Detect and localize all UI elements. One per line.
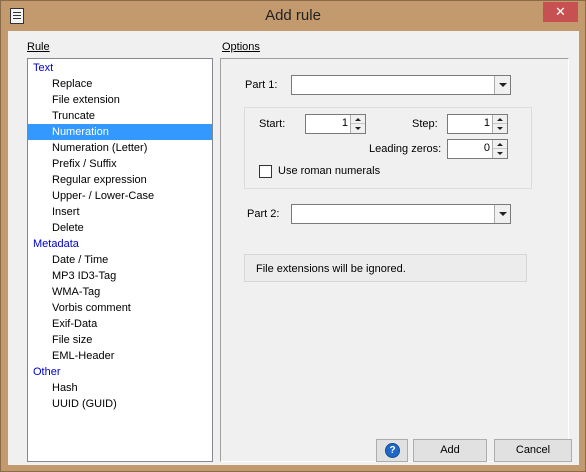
rule-list[interactable]: Text Replace File extension Truncate Numerat… bbox=[27, 58, 213, 462]
spin-up-icon[interactable] bbox=[351, 115, 365, 124]
title-bar[interactable]: Add rule ✕ bbox=[1, 1, 585, 31]
start-spin-buttons bbox=[350, 115, 365, 133]
rule-list-item[interactable]: WMA-Tag bbox=[28, 284, 212, 300]
spin-down-icon[interactable] bbox=[493, 124, 507, 133]
rule-list-item[interactable]: Numeration (Letter) bbox=[28, 140, 212, 156]
rule-list-item[interactable]: Upper- / Lower-Case bbox=[28, 188, 212, 204]
part1-combobox[interactable] bbox=[291, 75, 511, 95]
rule-list-item[interactable]: Regular expression bbox=[28, 172, 212, 188]
rule-list-item[interactable]: Replace bbox=[28, 76, 212, 92]
add-rule-dialog: Add rule ✕ Rule Options Text Replace File … bbox=[0, 0, 586, 472]
options-section-label: Options bbox=[222, 41, 260, 53]
spin-up-icon[interactable] bbox=[493, 140, 507, 149]
step-value: 1 bbox=[483, 117, 490, 129]
part1-label: Part 1: bbox=[245, 79, 278, 91]
leading-zeros-value: 0 bbox=[483, 142, 490, 154]
rule-section-label: Rule bbox=[27, 41, 50, 53]
rule-list-item[interactable]: Hash bbox=[28, 380, 212, 396]
chevron-down-icon[interactable] bbox=[494, 205, 510, 223]
step-spin-buttons bbox=[492, 115, 507, 133]
start-stepper[interactable]: 1 bbox=[305, 114, 366, 134]
dialog-client-area: Rule Options Text Replace File extension Tr… bbox=[8, 31, 579, 465]
window-title: Add rule bbox=[265, 7, 321, 24]
rule-list-item[interactable]: EML-Header bbox=[28, 348, 212, 364]
leading-zeros-label: Leading zeros: bbox=[369, 143, 442, 155]
rule-list-item[interactable]: Insert bbox=[28, 204, 212, 220]
spin-up-icon[interactable] bbox=[493, 115, 507, 124]
rule-list-item[interactable]: File extension bbox=[28, 92, 212, 108]
spin-down-icon[interactable] bbox=[351, 124, 365, 133]
rule-list-item[interactable]: MP3 ID3-Tag bbox=[28, 268, 212, 284]
rule-group-header[interactable]: Other bbox=[28, 364, 212, 380]
roman-numerals-checkbox[interactable] bbox=[259, 165, 272, 178]
rule-list-item[interactable]: File size bbox=[28, 332, 212, 348]
help-icon: ? bbox=[385, 443, 400, 458]
rule-list-item[interactable]: UUID (GUID) bbox=[28, 396, 212, 412]
step-stepper[interactable]: 1 bbox=[447, 114, 508, 134]
info-message-box: File extensions will be ignored. bbox=[244, 254, 527, 282]
start-label: Start: bbox=[259, 118, 286, 130]
part2-label: Part 2: bbox=[247, 208, 280, 220]
roman-numerals-label[interactable]: Use roman numerals bbox=[278, 165, 380, 177]
leading-zeros-stepper[interactable]: 0 bbox=[447, 139, 508, 159]
rule-list-item[interactable]: Truncate bbox=[28, 108, 212, 124]
start-value: 1 bbox=[341, 117, 348, 129]
help-button[interactable]: ? bbox=[376, 439, 408, 462]
info-message: File extensions will be ignored. bbox=[256, 263, 406, 275]
rule-list-item[interactable]: Delete bbox=[28, 220, 212, 236]
cancel-button[interactable]: Cancel bbox=[494, 439, 572, 462]
part2-combobox[interactable] bbox=[291, 204, 511, 224]
leading-zeros-spin-buttons bbox=[492, 140, 507, 158]
step-label: Step: bbox=[412, 118, 438, 130]
close-button[interactable]: ✕ bbox=[543, 2, 578, 22]
rule-list-item[interactable]: Vorbis comment bbox=[28, 300, 212, 316]
rule-group-header[interactable]: Metadata bbox=[28, 236, 212, 252]
rule-group-header[interactable]: Text bbox=[28, 60, 212, 76]
rule-list-item[interactable]: Numeration bbox=[28, 124, 212, 140]
rule-list-item[interactable]: Prefix / Suffix bbox=[28, 156, 212, 172]
spin-down-icon[interactable] bbox=[493, 149, 507, 158]
add-button[interactable]: Add bbox=[413, 439, 487, 462]
rule-list-item[interactable]: Exif-Data bbox=[28, 316, 212, 332]
chevron-down-icon[interactable] bbox=[494, 76, 510, 94]
rule-list-item[interactable]: Date / Time bbox=[28, 252, 212, 268]
